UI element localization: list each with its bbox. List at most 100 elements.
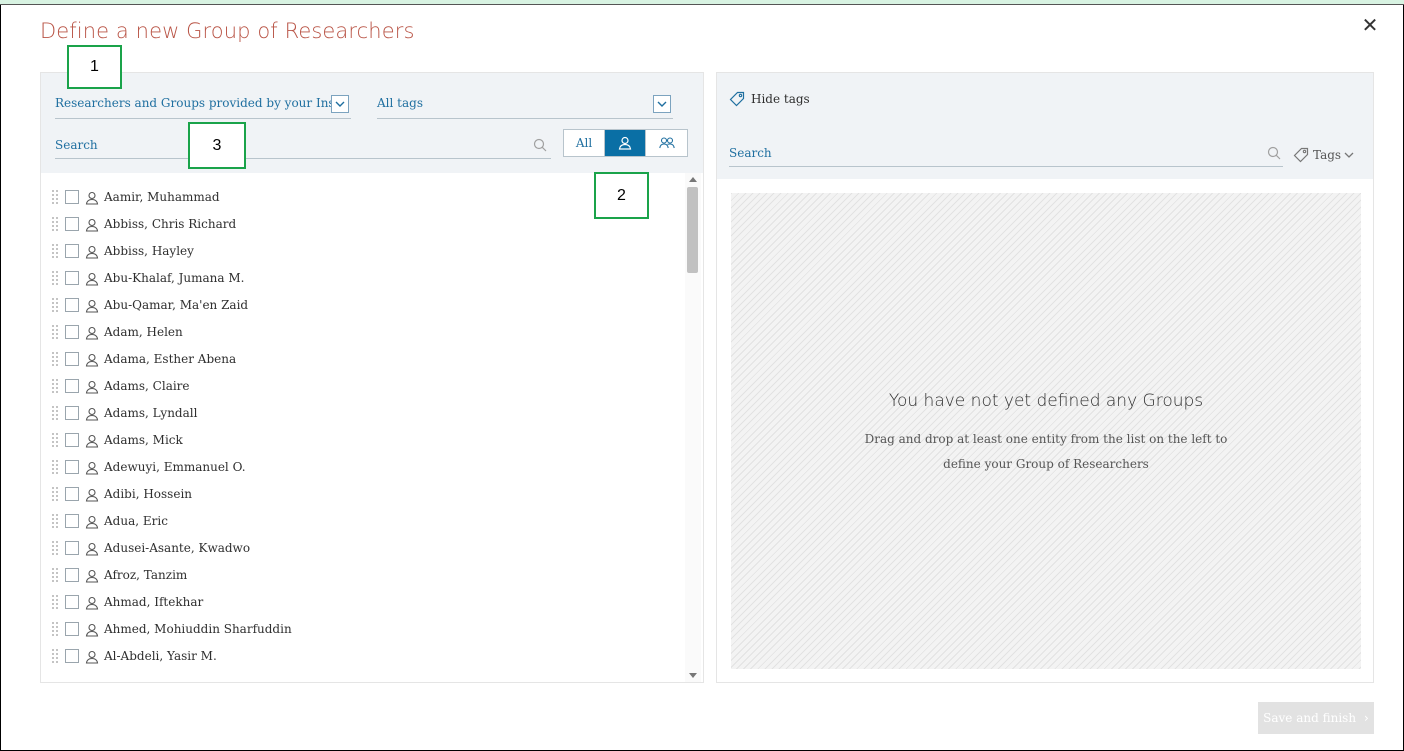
chevron-down-icon[interactable] xyxy=(331,95,349,113)
row-checkbox[interactable] xyxy=(65,540,79,555)
person-icon xyxy=(85,406,99,421)
entity-search-input[interactable]: Search xyxy=(55,133,551,159)
row-checkbox[interactable] xyxy=(65,621,79,636)
list-item[interactable]: Adusei-Asante, Kwadwo xyxy=(51,534,681,561)
search-icon xyxy=(1267,145,1281,164)
list-scrollbar[interactable] xyxy=(685,173,701,682)
drag-handle-icon[interactable] xyxy=(51,593,59,610)
row-checkbox[interactable] xyxy=(65,216,79,231)
tag-icon xyxy=(729,91,745,107)
drag-handle-icon[interactable] xyxy=(51,566,59,583)
drag-handle-icon[interactable] xyxy=(51,323,59,340)
list-item[interactable]: Adua, Eric xyxy=(51,507,681,534)
row-checkbox[interactable] xyxy=(65,324,79,339)
save-and-finish-label: Save and finish xyxy=(1263,711,1357,725)
list-item[interactable]: Ahmed, Mohiuddin Sharfuddin xyxy=(51,615,681,642)
scroll-thumb[interactable] xyxy=(687,187,698,273)
hide-tags-label: Hide tags xyxy=(751,92,810,106)
row-checkbox[interactable] xyxy=(65,648,79,663)
drag-handle-icon[interactable] xyxy=(51,512,59,529)
researcher-name: Adams, Lyndall xyxy=(104,405,198,420)
person-icon xyxy=(85,487,99,502)
drag-handle-icon[interactable] xyxy=(51,431,59,448)
person-icon xyxy=(85,352,99,367)
list-item[interactable]: Ahmad, Iftekhar xyxy=(51,588,681,615)
researcher-name: Adam, Helen xyxy=(104,324,183,339)
person-icon xyxy=(85,541,99,556)
list-item[interactable]: Adam, Helen xyxy=(51,318,681,345)
row-checkbox[interactable] xyxy=(65,297,79,312)
callout-1: 1 xyxy=(67,45,122,89)
row-checkbox[interactable] xyxy=(65,270,79,285)
row-checkbox[interactable] xyxy=(65,189,79,204)
list-item[interactable]: Afroz, Tanzim xyxy=(51,561,681,588)
tags-dropdown[interactable]: Tags xyxy=(1293,147,1354,163)
tag-filter-select[interactable]: All tags xyxy=(377,93,673,119)
drag-handle-icon[interactable] xyxy=(51,350,59,367)
list-item[interactable]: Aamir, Muhammad xyxy=(51,183,681,210)
researcher-name: Adibi, Hossein xyxy=(104,486,193,501)
row-checkbox[interactable] xyxy=(65,594,79,609)
row-checkbox[interactable] xyxy=(65,567,79,582)
list-item[interactable]: Adewuyi, Emmanuel O. xyxy=(51,453,681,480)
drag-handle-icon[interactable] xyxy=(51,188,59,205)
person-icon xyxy=(85,568,99,583)
drag-handle-icon[interactable] xyxy=(51,215,59,232)
people-icon xyxy=(658,137,675,149)
list-item[interactable]: Al-Abdeli, Yasir M. xyxy=(51,642,681,669)
researcher-name: Adusei-Asante, Kwadwo xyxy=(104,540,251,555)
drag-handle-icon[interactable] xyxy=(51,377,59,394)
callout-3: 3 xyxy=(188,122,246,169)
person-icon xyxy=(85,244,99,259)
list-item[interactable]: Abu-Khalaf, Jumana M. xyxy=(51,264,681,291)
person-icon xyxy=(85,298,99,313)
chevron-right-icon: › xyxy=(1364,711,1369,725)
person-icon xyxy=(618,136,632,150)
row-checkbox[interactable] xyxy=(65,432,79,447)
researcher-name: Al-Abdeli, Yasir M. xyxy=(104,648,217,663)
list-item[interactable]: Adama, Esther Abena xyxy=(51,345,681,372)
researcher-name: Abbiss, Chris Richard xyxy=(104,216,237,231)
drag-handle-icon[interactable] xyxy=(51,620,59,637)
dialog-title: Define a new Group of Researchers xyxy=(40,19,415,43)
person-icon xyxy=(85,433,99,448)
drag-handle-icon[interactable] xyxy=(51,404,59,421)
row-checkbox[interactable] xyxy=(65,351,79,366)
chevron-down-icon[interactable] xyxy=(653,95,671,113)
list-item[interactable]: Abu-Qamar, Ma'en Zaid xyxy=(51,291,681,318)
drag-handle-icon[interactable] xyxy=(51,458,59,475)
drag-handle-icon[interactable] xyxy=(51,647,59,664)
source-select[interactable]: Researchers and Groups provided by your … xyxy=(55,93,351,119)
filter-groups-button[interactable] xyxy=(646,130,687,156)
list-item[interactable]: Adams, Lyndall xyxy=(51,399,681,426)
list-item[interactable]: Adams, Claire xyxy=(51,372,681,399)
row-checkbox[interactable] xyxy=(65,243,79,258)
researcher-name: Adewuyi, Emmanuel O. xyxy=(104,459,246,474)
list-item[interactable]: Abbiss, Hayley xyxy=(51,237,681,264)
list-item[interactable]: Adibi, Hossein xyxy=(51,480,681,507)
tag-icon xyxy=(1293,147,1309,163)
scroll-down-icon[interactable] xyxy=(689,673,697,678)
row-checkbox[interactable] xyxy=(65,513,79,528)
drag-handle-icon[interactable] xyxy=(51,485,59,502)
row-checkbox[interactable] xyxy=(65,405,79,420)
close-icon[interactable]: ✕ xyxy=(1359,14,1381,36)
list-item[interactable]: Abbiss, Chris Richard xyxy=(51,210,681,237)
row-checkbox[interactable] xyxy=(65,378,79,393)
group-search-input[interactable]: Search xyxy=(729,143,1283,167)
scroll-up-icon[interactable] xyxy=(689,177,697,182)
save-and-finish-button[interactable]: Save and finish › xyxy=(1258,702,1374,734)
group-drop-zone[interactable]: You have not yet defined any Groups Drag… xyxy=(731,193,1361,669)
filter-researchers-button[interactable] xyxy=(605,130,646,156)
drag-handle-icon[interactable] xyxy=(51,296,59,313)
hide-tags-button[interactable]: Hide tags xyxy=(729,91,810,107)
person-icon xyxy=(85,622,99,637)
filter-all-button[interactable]: All xyxy=(564,130,605,156)
drag-handle-icon[interactable] xyxy=(51,242,59,259)
drag-handle-icon[interactable] xyxy=(51,539,59,556)
row-checkbox[interactable] xyxy=(65,459,79,474)
person-icon xyxy=(85,514,99,529)
list-item[interactable]: Adams, Mick xyxy=(51,426,681,453)
row-checkbox[interactable] xyxy=(65,486,79,501)
drag-handle-icon[interactable] xyxy=(51,269,59,286)
